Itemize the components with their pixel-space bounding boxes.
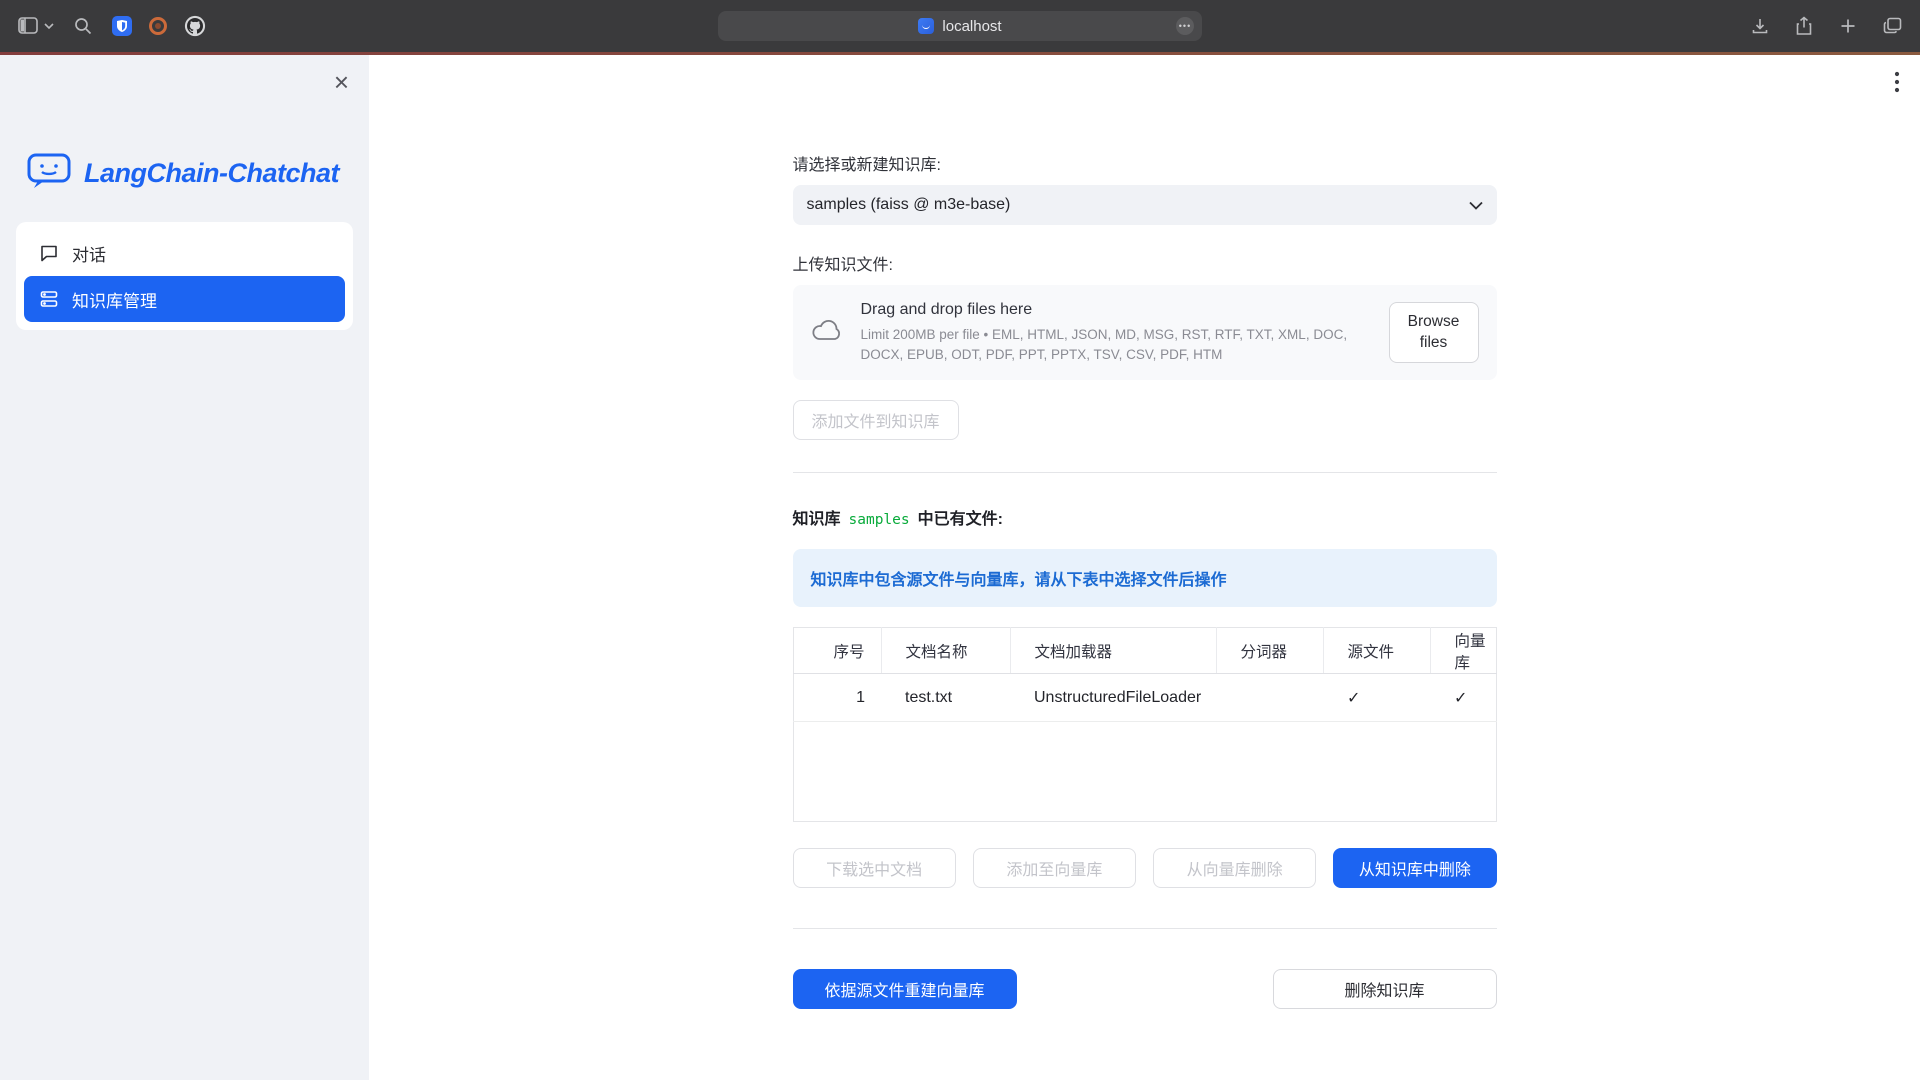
kb-select-label: 请选择或新建知识库: (793, 151, 1497, 175)
extension-ring-icon[interactable] (148, 16, 168, 36)
sidebar-item-knowledge-base[interactable]: 知识库管理 (24, 276, 345, 322)
kb-name-code: samples (849, 512, 910, 528)
cloud-upload-icon (811, 317, 843, 348)
page-settings-button[interactable]: ••• (1176, 17, 1194, 35)
extension-github-icon[interactable] (184, 15, 206, 37)
heading-suffix: 中已有文件: (918, 505, 1003, 529)
cell-index: 1 (793, 674, 881, 722)
info-banner: 知识库中包含源文件与向量库，请从下表中选择文件后操作 (793, 549, 1497, 607)
rebuild-vector-store-button[interactable]: 依据源文件重建向量库 (793, 969, 1017, 1009)
tab-overview-icon[interactable] (1883, 17, 1902, 35)
browse-files-button[interactable]: Browse files (1389, 302, 1479, 364)
search-icon[interactable] (74, 17, 92, 35)
divider (793, 472, 1497, 473)
table-row[interactable]: 1 test.txt UnstructuredFileLoader ✓ ✓ (793, 674, 1496, 722)
delete-from-kb-button[interactable]: 从知识库中删除 (1333, 848, 1496, 888)
add-files-to-kb-button[interactable]: 添加文件到知识库 (793, 400, 959, 440)
site-favicon (918, 18, 934, 34)
sidebar-item-label: 对话 (72, 241, 106, 266)
extension-bitwarden-icon[interactable] (112, 16, 132, 36)
chevron-down-icon (1469, 201, 1483, 210)
col-header-source: 源文件 (1323, 628, 1430, 674)
add-to-vector-store-button[interactable]: 添加至向量库 (973, 848, 1136, 888)
app-logo: LangChain-Chatchat (26, 151, 369, 196)
app-logo-text: LangChain-Chatchat (84, 158, 339, 189)
app-menu-icon[interactable] (1894, 71, 1900, 98)
col-header-splitter: 分词器 (1216, 628, 1323, 674)
sidebar-toggle-icon[interactable] (18, 17, 54, 35)
file-dropzone[interactable]: Drag and drop files here Limit 200MB per… (793, 285, 1497, 380)
col-header-name: 文档名称 (881, 628, 1010, 674)
dropzone-title: Drag and drop files here (861, 301, 1373, 319)
database-list-icon (39, 289, 59, 309)
main-area: 请选择或新建知识库: samples (faiss @ m3e-base) 上传… (369, 55, 1920, 1080)
download-selected-button[interactable]: 下载选中文档 (793, 848, 956, 888)
kb-files-table: 序号 文档名称 文档加载器 分词器 源文件 向量库 1 test.txt Uns… (793, 627, 1497, 822)
browser-toolbar: localhost ••• (0, 0, 1920, 52)
cell-vector-check: ✓ (1430, 674, 1496, 722)
chatchat-logo-icon (26, 151, 72, 196)
dropzone-limit-text: Limit 200MB per file • EML, HTML, JSON, … (861, 325, 1373, 364)
downloads-icon[interactable] (1751, 17, 1769, 35)
delete-from-vector-store-button[interactable]: 从向量库删除 (1153, 848, 1316, 888)
cell-loader: UnstructuredFileLoader (1010, 674, 1216, 722)
upload-label: 上传知识文件: (793, 251, 1497, 275)
table-empty-area (793, 722, 1496, 822)
cell-splitter (1216, 674, 1323, 722)
table-header-row: 序号 文档名称 文档加载器 分词器 源文件 向量库 (793, 628, 1496, 674)
sidebar: × LangChain-Chatchat 对话 (0, 55, 369, 1080)
col-header-loader: 文档加载器 (1010, 628, 1216, 674)
address-url: localhost (942, 18, 1001, 35)
col-header-vector: 向量库 (1430, 628, 1496, 674)
chevron-down-icon (44, 22, 54, 30)
heading-prefix: 知识库 (793, 505, 841, 529)
sidebar-menu: 对话 知识库管理 (16, 222, 353, 330)
kb-files-heading: 知识库 samples 中已有文件: (793, 505, 1497, 529)
col-header-index: 序号 (793, 628, 881, 674)
divider (793, 928, 1497, 929)
sidebar-item-label: 知识库管理 (72, 287, 157, 312)
sidebar-close-icon[interactable]: × (334, 69, 349, 95)
sidebar-item-dialogue[interactable]: 对话 (24, 230, 345, 276)
address-bar[interactable]: localhost ••• (718, 11, 1202, 41)
kb-select[interactable]: samples (faiss @ m3e-base) (793, 185, 1497, 225)
new-tab-icon[interactable] (1839, 17, 1857, 35)
share-icon[interactable] (1795, 16, 1813, 36)
cell-file-name: test.txt (881, 674, 1010, 722)
chat-icon (39, 243, 59, 263)
kb-select-value: samples (faiss @ m3e-base) (807, 196, 1011, 214)
cell-source-check: ✓ (1323, 674, 1430, 722)
delete-knowledge-base-button[interactable]: 删除知识库 (1273, 969, 1497, 1009)
